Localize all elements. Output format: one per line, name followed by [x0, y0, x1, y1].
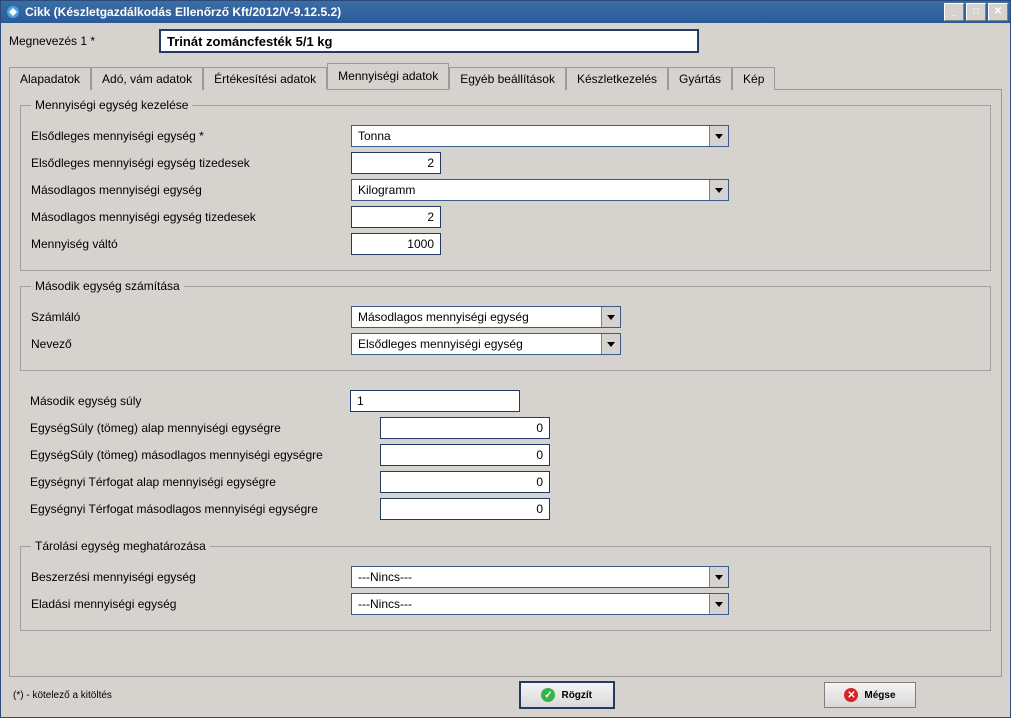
secondary-unit-label: Másodlagos mennyiségi egység [31, 183, 351, 197]
check-icon: ✓ [541, 688, 555, 702]
tab-alapadatok[interactable]: Alapadatok [9, 67, 91, 90]
chevron-down-icon [709, 567, 728, 587]
uw-base-input[interactable] [380, 417, 550, 439]
chevron-down-icon [709, 594, 728, 614]
purchase-unit-label: Beszerzési mennyiségi egység [31, 570, 351, 584]
tab-kep[interactable]: Kép [732, 67, 775, 90]
group-unit-legend: Mennyiségi egység kezelése [31, 98, 192, 112]
primary-unit-value: Tonna [358, 129, 391, 143]
ratio-label: Mennyiség váltó [31, 237, 351, 251]
primary-dec-input[interactable] [351, 152, 441, 174]
purchase-unit-select[interactable]: ---Nincs--- [351, 566, 729, 588]
tab-gyartas[interactable]: Gyártás [668, 67, 732, 90]
tab-body: Mennyiségi egység kezelése Elsődleges me… [9, 89, 1002, 677]
tab-mennyisegi[interactable]: Mennyiségi adatok [327, 63, 449, 89]
uv-sec-input[interactable] [380, 498, 550, 520]
numerator-value: Másodlagos mennyiségi egység [358, 310, 529, 324]
chevron-down-icon [709, 180, 728, 200]
uv-base-label: Egységnyi Térfogat alap mennyiségi egysé… [30, 475, 380, 489]
primary-unit-label: Elsődleges mennyiségi egység * [31, 129, 351, 143]
denominator-label: Nevező [31, 337, 351, 351]
tab-ado-vam[interactable]: Adó, vám adatok [91, 67, 203, 90]
tab-keszletkezeles[interactable]: Készletkezelés [566, 67, 668, 90]
window-title: Cikk (Készletgazdálkodás Ellenőrző Kft/2… [25, 5, 942, 19]
cancel-button[interactable]: ✕ Mégse [824, 682, 916, 708]
app-window: Cikk (Készletgazdálkodás Ellenőrző Kft/2… [0, 0, 1011, 718]
primary-unit-select[interactable]: Tonna [351, 125, 729, 147]
uw-base-label: EgységSúly (tömeg) alap mennyiségi egysé… [30, 421, 380, 435]
chevron-down-icon [601, 334, 620, 354]
purchase-unit-value: ---Nincs--- [358, 570, 412, 584]
client-area: Megnevezés 1 * Alapadatok Adó, vám adato… [1, 23, 1010, 717]
denominator-value: Elsődleges mennyiségi egység [358, 337, 523, 351]
chevron-down-icon [709, 126, 728, 146]
second-weight-label: Második egység súly [30, 394, 350, 408]
titlebar: Cikk (Készletgazdálkodás Ellenőrző Kft/2… [1, 1, 1010, 23]
denominator-select[interactable]: Elsődleges mennyiségi egység [351, 333, 621, 355]
ratio-input[interactable] [351, 233, 441, 255]
minimize-button[interactable]: _ [944, 3, 964, 21]
chevron-down-icon [601, 307, 620, 327]
cancel-icon: ✕ [844, 688, 858, 702]
name-label: Megnevezés 1 * [9, 34, 159, 48]
second-weight-input[interactable] [350, 390, 520, 412]
maximize-button[interactable]: □ [966, 3, 986, 21]
secondary-dec-input[interactable] [351, 206, 441, 228]
secondary-unit-select[interactable]: Kilogramm [351, 179, 729, 201]
cancel-label: Mégse [864, 690, 895, 701]
name-input[interactable] [159, 29, 699, 53]
footer: (*) - kötelező a kitöltés ✓ Rögzít ✕ Még… [9, 677, 1002, 713]
save-label: Rögzít [561, 690, 592, 701]
secondary-unit-value: Kilogramm [358, 183, 415, 197]
sale-unit-label: Eladási mennyiségi egység [31, 597, 351, 611]
app-icon [5, 4, 21, 20]
close-button[interactable]: ✕ [988, 3, 1008, 21]
group-storage-unit: Tárolási egység meghatározása Beszerzési… [20, 539, 991, 631]
window-controls: _ □ ✕ [942, 3, 1008, 21]
uw-sec-input[interactable] [380, 444, 550, 466]
numerator-select[interactable]: Másodlagos mennyiségi egység [351, 306, 621, 328]
tab-strip: Alapadatok Adó, vám adatok Értékesítési … [9, 65, 1002, 89]
secondary-dec-label: Másodlagos mennyiségi egység tizedesek [31, 210, 351, 224]
group-storage-legend: Tárolási egység meghatározása [31, 539, 210, 553]
weights-section: Második egység súly EgységSúly (tömeg) a… [20, 379, 991, 531]
uw-sec-label: EgységSúly (tömeg) másodlagos mennyiségi… [30, 448, 380, 462]
primary-dec-label: Elsődleges mennyiségi egység tizedesek [31, 156, 351, 170]
sale-unit-value: ---Nincs--- [358, 597, 412, 611]
required-note: (*) - kötelező a kitöltés [13, 690, 112, 701]
numerator-label: Számláló [31, 310, 351, 324]
uv-base-input[interactable] [380, 471, 550, 493]
tab-ertekesitesi[interactable]: Értékesítési adatok [203, 67, 327, 90]
header-row: Megnevezés 1 * [9, 29, 1002, 53]
save-button[interactable]: ✓ Rögzít [519, 681, 615, 709]
sale-unit-select[interactable]: ---Nincs--- [351, 593, 729, 615]
group-calc-legend: Második egység számítása [31, 279, 184, 293]
group-second-unit-calc: Második egység számítása Számláló Másodl… [20, 279, 991, 371]
uv-sec-label: Egységnyi Térfogat másodlagos mennyiségi… [30, 502, 380, 516]
group-unit-management: Mennyiségi egység kezelése Elsődleges me… [20, 98, 991, 271]
tab-egyeb[interactable]: Egyéb beállítások [449, 67, 566, 90]
